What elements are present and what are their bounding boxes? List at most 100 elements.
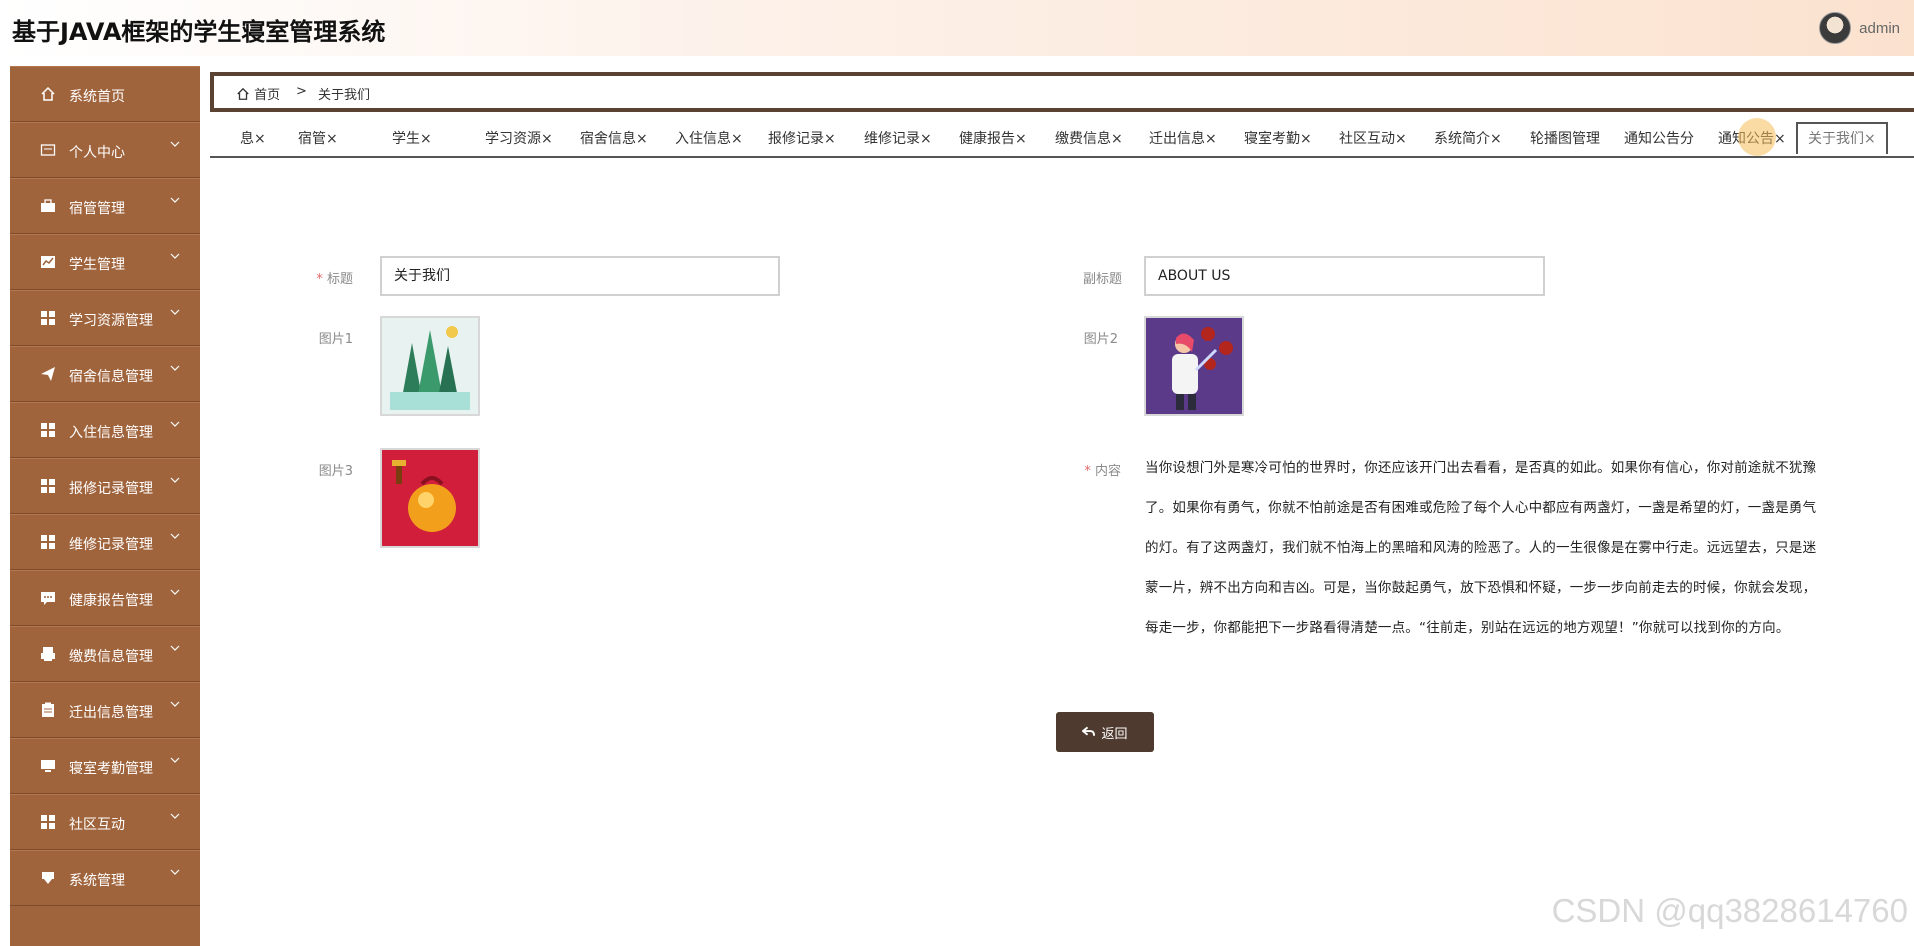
- clipboard-icon: [42, 702, 54, 717]
- sidebar-item-label: 学生管理: [69, 257, 125, 273]
- sidebar-item-label: 报修记录管理: [69, 481, 153, 497]
- grid-icon: [41, 479, 55, 493]
- subtitle-input[interactable]: ABOUT US: [1144, 256, 1545, 296]
- sidebar-item-9[interactable]: 维修记录管理: [10, 514, 200, 570]
- sidebar: 系统首页个人中心宿管管理学生管理学习资源管理宿舍信息管理 入住信息管理报修记录管理…: [10, 66, 200, 946]
- tab-16[interactable]: 通知公告分: [1624, 130, 1694, 154]
- sidebar-item-8[interactable]: 报修记录管理: [10, 458, 200, 514]
- home-icon: [41, 86, 55, 101]
- sidebar-item-label: 学习资源管理: [69, 313, 153, 329]
- breadcrumb: 首页 > 关于我们: [210, 72, 1914, 112]
- sidebar-item-label: 社区互动: [69, 817, 125, 833]
- chevron-down-icon: [170, 757, 180, 763]
- sidebar-item-10[interactable]: 健康报告管理: [10, 570, 200, 626]
- tab-12[interactable]: 寝室考勤×: [1244, 130, 1312, 154]
- image2-thumbnail[interactable]: [1144, 316, 1244, 416]
- back-button[interactable]: 返回: [1056, 712, 1154, 752]
- tab-8[interactable]: 维修记录×: [864, 130, 932, 154]
- tab-5[interactable]: 宿舍信息×: [580, 130, 648, 154]
- sidebar-item-1[interactable]: 系统首页: [10, 66, 200, 122]
- sidebar-item-11[interactable]: 缴费信息管理: [10, 626, 200, 682]
- image3-label: 图片3: [318, 464, 353, 479]
- tab-15[interactable]: 轮播图管理: [1530, 130, 1600, 154]
- content-text: 当你设想门外是寒冷可怕的世界时，你还应该开门出去看看，是否真的如此。如果你有信心…: [1145, 460, 1817, 636]
- sidebar-item-3[interactable]: 宿管管理: [10, 178, 200, 234]
- home-icon: [237, 87, 249, 100]
- breadcrumb-home-label[interactable]: 首页: [254, 88, 280, 103]
- tab-3[interactable]: 学生×: [392, 130, 432, 154]
- sidebar-item-7[interactable]: 入住信息管理: [10, 402, 200, 458]
- id-card-icon: [40, 144, 56, 156]
- tab-10[interactable]: 缴费信息×: [1055, 130, 1123, 154]
- chevron-down-icon: [170, 421, 180, 427]
- sidebar-item-label: 寝室考勤管理: [69, 761, 153, 777]
- sidebar-item-5[interactable]: 学习资源管理: [10, 290, 200, 346]
- tab-14[interactable]: 系统简介×: [1434, 130, 1502, 154]
- grid-icon: [41, 535, 55, 549]
- tabs-bar: 息× 宿管× 学生× 学习资源× 宿舍信息× 入住信息× 报修记录× 维修记录× 健康报告× 缴费…: [210, 122, 1914, 158]
- grid-icon: [41, 815, 55, 829]
- briefcase-icon: [41, 199, 55, 212]
- back-button-label[interactable]: 返回: [1101, 723, 1127, 742]
- sidebar-item-14[interactable]: 社区互动: [10, 794, 200, 850]
- tab-7[interactable]: 报修记录×: [768, 130, 836, 154]
- username[interactable]: admin: [1859, 20, 1900, 37]
- sidebar-item-label: 系统管理: [69, 873, 125, 889]
- sidebar-item-label: 迁出信息管理: [69, 705, 153, 721]
- earth-day-image: [382, 318, 478, 414]
- sidebar-item-label: 系统首页: [69, 89, 125, 105]
- flag-icon: [42, 872, 54, 884]
- tab-2[interactable]: 宿管×: [298, 130, 338, 154]
- chevron-down-icon: [170, 645, 180, 651]
- sidebar-item-label: 缴费信息管理: [69, 649, 153, 665]
- tab-9[interactable]: 健康报告×: [959, 130, 1027, 154]
- image3-thumbnail[interactable]: [380, 448, 480, 548]
- chevron-down-icon: [170, 141, 180, 147]
- sidebar-item-15[interactable]: 系统管理: [10, 850, 200, 906]
- subtitle-label: 副标题: [1082, 272, 1122, 287]
- avatar[interactable]: [1819, 12, 1852, 44]
- tab-6[interactable]: 入住信息×: [675, 130, 743, 154]
- tab-13[interactable]: 社区互动×: [1339, 130, 1407, 154]
- content-label: * 内容: [1084, 464, 1121, 479]
- chat-icon: [41, 592, 55, 605]
- tab-18[interactable]: 关于我们×: [1796, 122, 1888, 154]
- sidebar-item-13[interactable]: 寝室考勤管理: [10, 738, 200, 794]
- title-label: * 标题: [316, 272, 353, 287]
- chevron-down-icon: [170, 477, 180, 483]
- doctor-image: [1146, 318, 1242, 414]
- tab-11[interactable]: 迁出信息×: [1149, 130, 1217, 154]
- chevron-down-icon: [170, 701, 180, 707]
- tab-4[interactable]: 学习资源×: [485, 130, 553, 154]
- sidebar-item-label: 宿管管理: [69, 201, 125, 217]
- top-header: 基于JAVA框架的学生寝室管理系统 admin: [0, 0, 1914, 56]
- chevron-down-icon: [170, 253, 180, 259]
- breadcrumb-separator: >: [296, 84, 307, 99]
- printer-icon: [41, 647, 55, 661]
- breadcrumb-current: 关于我们: [318, 88, 371, 103]
- tab-1[interactable]: 息×: [240, 130, 266, 154]
- image2-label: 图片2: [1083, 332, 1118, 347]
- sidebar-item-label: 个人中心: [69, 145, 125, 161]
- image1-thumbnail[interactable]: [380, 316, 480, 416]
- gift-ball-image: [382, 450, 478, 546]
- chevron-down-icon: [170, 197, 180, 203]
- sidebar-item-label: 维修记录管理: [69, 537, 153, 553]
- chevron-down-icon: [170, 365, 180, 371]
- sidebar-item-4[interactable]: 学生管理: [10, 234, 200, 290]
- sidebar-item-6[interactable]: 宿舍信息管理: [10, 346, 200, 402]
- watermark: CSDN @qq3828614760: [1551, 892, 1908, 929]
- chevron-down-icon: [170, 589, 180, 595]
- user-area[interactable]: admin: [1819, 12, 1900, 44]
- sidebar-item-2[interactable]: 个人中心: [10, 122, 200, 178]
- sidebar-item-12[interactable]: 迁出信息管理: [10, 682, 200, 738]
- image1-label: 图片1: [318, 332, 353, 347]
- sidebar-item-label: 健康报告管理: [69, 593, 153, 609]
- return-arrow-icon: [1082, 726, 1096, 736]
- chart-icon: [41, 256, 55, 268]
- chevron-down-icon: [170, 309, 180, 315]
- breadcrumb-home[interactable]: 首页: [236, 84, 280, 103]
- chevron-down-icon: [170, 533, 180, 539]
- title-input[interactable]: 关于我们: [380, 256, 780, 296]
- grid-icon: [41, 423, 55, 437]
